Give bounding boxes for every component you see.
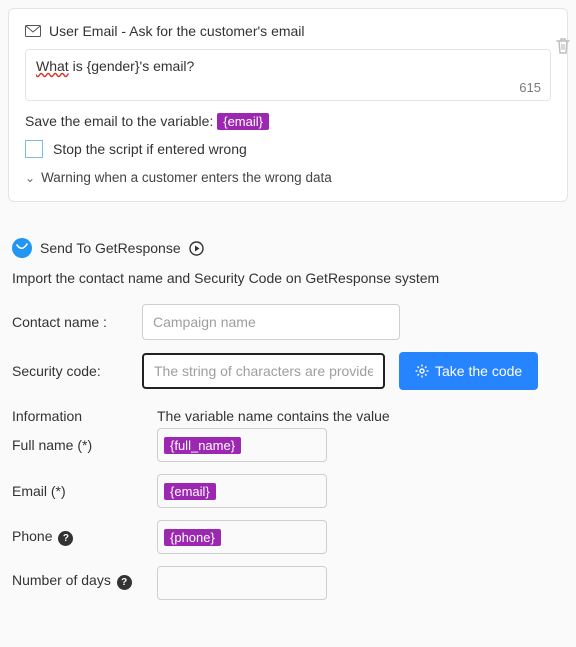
variable-tag-fullname[interactable]: {full_name} xyxy=(164,437,241,454)
chevron-down-icon: ⌄ xyxy=(25,171,35,185)
stop-script-checkbox[interactable] xyxy=(25,140,43,158)
information-heading: The variable name contains the value xyxy=(157,408,390,424)
save-variable-line: Save the email to the variable: {email} xyxy=(25,113,551,130)
prompt-textarea-wrap: What is {gender}'s email? 615 xyxy=(25,49,551,101)
section-header: Send To GetResponse xyxy=(12,238,564,258)
getresponse-icon xyxy=(12,238,32,258)
save-label: Save the email to the variable: xyxy=(25,113,217,129)
variable-tag-email[interactable]: {email} xyxy=(217,113,269,130)
stop-script-row: Stop the script if entered wrong xyxy=(25,140,551,158)
days-input[interactable] xyxy=(157,566,327,600)
contact-name-row: Contact name : xyxy=(12,304,564,340)
stop-script-label: Stop the script if entered wrong xyxy=(53,141,247,157)
information-label: Information xyxy=(12,408,157,424)
email-input[interactable]: {email} xyxy=(157,474,327,508)
user-email-card: User Email - Ask for the customer's emai… xyxy=(8,8,568,202)
card-header: User Email - Ask for the customer's emai… xyxy=(25,23,551,39)
information-row: Information The variable name contains t… xyxy=(12,408,564,424)
security-code-row: Security code: Take the code xyxy=(12,352,564,390)
prompt-rest: is {gender}'s email? xyxy=(69,58,195,74)
delete-icon[interactable] xyxy=(555,37,571,55)
prompt-textarea[interactable]: What is {gender}'s email? xyxy=(25,49,551,101)
email-row: Email (*) {email} xyxy=(12,474,564,508)
help-icon[interactable]: ? xyxy=(117,575,132,590)
variable-tag-email2[interactable]: {email} xyxy=(164,483,216,500)
fullname-row: Full name (*) {full_name} xyxy=(12,428,564,462)
fullname-input[interactable]: {full_name} xyxy=(157,428,327,462)
help-icon[interactable]: ? xyxy=(58,531,73,546)
misspell-word: What xyxy=(36,58,69,74)
phone-label: Phone ? xyxy=(12,528,157,546)
email-label: Email (*) xyxy=(12,483,157,499)
play-icon[interactable] xyxy=(189,241,204,256)
warning-expand-row[interactable]: ⌄ Warning when a customer enters the wro… xyxy=(25,170,551,185)
send-getresponse-section: Send To GetResponse Import the contact n… xyxy=(8,236,568,620)
card-title: User Email - Ask for the customer's emai… xyxy=(49,23,305,39)
gear-icon xyxy=(415,364,429,378)
envelope-icon xyxy=(25,25,41,37)
import-description: Import the contact name and Security Cod… xyxy=(12,270,564,286)
char-count: 615 xyxy=(519,80,541,95)
contact-name-input[interactable] xyxy=(142,304,400,340)
days-label: Number of days ? xyxy=(12,566,157,590)
take-code-button[interactable]: Take the code xyxy=(399,352,538,390)
variable-tag-phone[interactable]: {phone} xyxy=(164,529,221,546)
phone-input[interactable]: {phone} xyxy=(157,520,327,554)
fullname-label: Full name (*) xyxy=(12,437,157,453)
take-code-label: Take the code xyxy=(435,363,522,379)
security-code-input[interactable] xyxy=(142,353,385,389)
warning-label: Warning when a customer enters the wrong… xyxy=(41,170,332,185)
phone-row: Phone ? {phone} xyxy=(12,520,564,554)
days-row: Number of days ? xyxy=(12,566,564,600)
contact-name-label: Contact name : xyxy=(12,314,142,330)
security-code-label: Security code: xyxy=(12,363,142,379)
section-title: Send To GetResponse xyxy=(40,240,181,256)
